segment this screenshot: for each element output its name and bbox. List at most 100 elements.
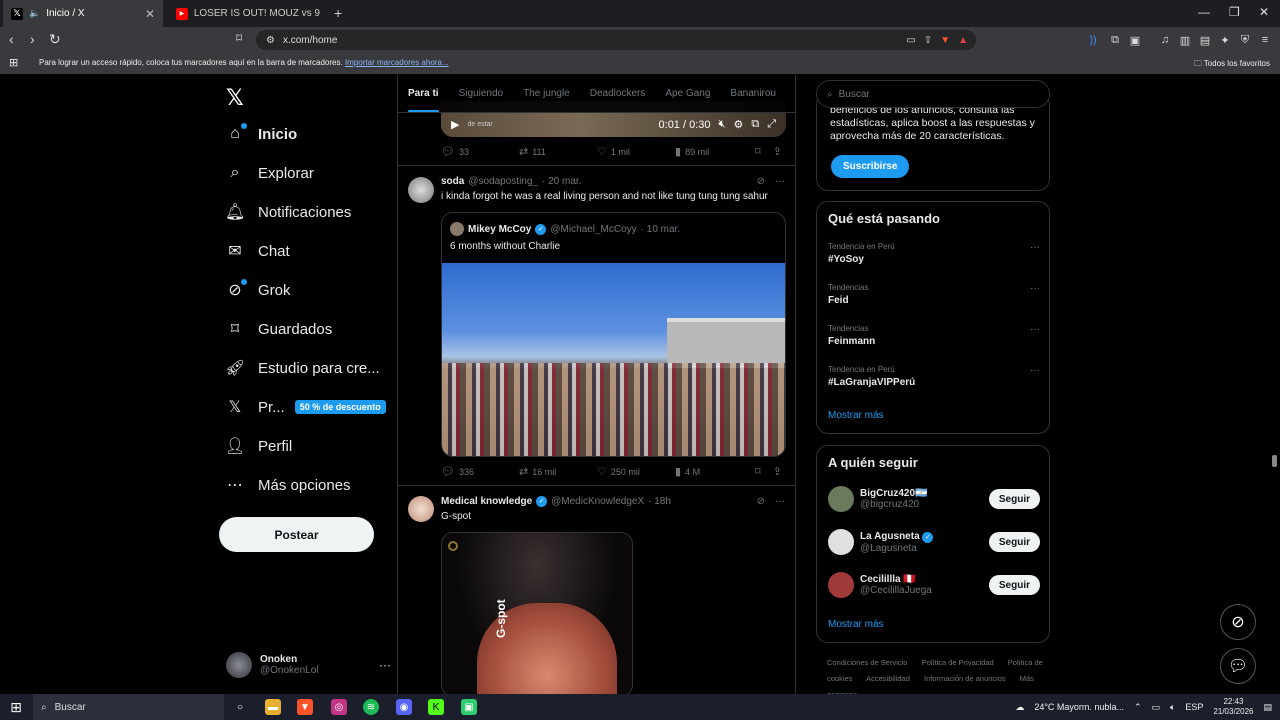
- task-view-icon[interactable]: ○: [232, 699, 248, 715]
- author-name[interactable]: soda: [441, 176, 464, 187]
- x-logo-icon[interactable]: 𝕏: [226, 85, 244, 111]
- app-icon[interactable]: ▣: [461, 699, 477, 715]
- reply-button[interactable]: 💬︎ 33: [441, 145, 519, 158]
- media-icon[interactable]: ♫: [1158, 33, 1172, 47]
- follow-button[interactable]: Seguir: [988, 532, 1040, 552]
- pip-icon[interactable]: ⧉: [751, 118, 759, 131]
- views-button[interactable]: ▮ 89 mil: [675, 145, 755, 158]
- nav-inicio[interactable]: ⌂ Inicio: [226, 123, 297, 143]
- share-button[interactable]: ⇪: [773, 145, 782, 158]
- show-more-link[interactable]: Mostrar más: [828, 619, 884, 630]
- nav-explorar[interactable]: ⌕ Explorar: [226, 164, 314, 182]
- grok-icon[interactable]: ⊘: [757, 176, 765, 187]
- sidebar-icon[interactable]: ▥: [1178, 33, 1192, 47]
- language-indicator[interactable]: ESP: [1185, 702, 1203, 712]
- subscribe-button[interactable]: Suscribirse: [831, 155, 910, 178]
- repost-button[interactable]: ⇄ 16 mil: [519, 465, 597, 478]
- tweet-date[interactable]: · 20 mar.: [542, 176, 581, 187]
- tab-inicio-x[interactable]: 𝕏 🔈 Inicio / X ✕: [3, 0, 163, 27]
- brave-rewards-icon[interactable]: ▲: [958, 35, 968, 46]
- share-button[interactable]: ⇪: [773, 465, 782, 478]
- close-tab-icon[interactable]: ✕: [145, 7, 155, 21]
- trend-item[interactable]: Tendencia en Perú #YoSoy ···: [828, 242, 1040, 265]
- nav-grok[interactable]: ⊘ Grok: [226, 279, 291, 299]
- avatar[interactable]: [408, 177, 434, 203]
- close-window-icon[interactable]: ✕: [1259, 5, 1269, 19]
- nav-perfil[interactable]: 👤︎ Perfil: [225, 437, 292, 456]
- author-handle[interactable]: @MedicKnowledgeX: [551, 496, 644, 507]
- more-icon[interactable]: ···: [379, 658, 391, 672]
- import-bookmarks-link[interactable]: Importar marcadores ahora...: [345, 58, 449, 67]
- minimize-icon[interactable]: —: [1198, 5, 1210, 19]
- more-icon[interactable]: ···: [1030, 365, 1040, 376]
- vpn-icon[interactable]: ⛨: [1238, 33, 1252, 47]
- reload-icon[interactable]: ↻: [49, 31, 61, 48]
- follow-suggestion[interactable]: Cecilillla 🇵🇪 @CecilillaJuega Seguir: [828, 570, 1040, 600]
- trend-item[interactable]: Tendencias Feid ···: [828, 283, 1040, 306]
- quote-image[interactable]: [442, 263, 785, 456]
- more-icon[interactable]: ···: [1030, 324, 1040, 335]
- more-icon[interactable]: ···: [1030, 283, 1040, 294]
- nav-guardados[interactable]: ⌑ Guardados: [226, 320, 332, 339]
- mute-icon[interactable]: 🔇︎: [719, 118, 726, 131]
- brave-icon[interactable]: ▼: [297, 699, 313, 715]
- footer-link[interactable]: Información de anuncios: [924, 674, 1006, 683]
- tab-the-jungle[interactable]: The jungle: [513, 75, 580, 112]
- grok-icon[interactable]: ⊘: [757, 496, 765, 507]
- weather-text[interactable]: 24°C Mayorm. nubla...: [1034, 702, 1124, 712]
- show-more-link[interactable]: Mostrar más: [828, 410, 884, 421]
- back-icon[interactable]: ‹: [9, 31, 14, 47]
- footer-link[interactable]: Condiciones de Servicio: [827, 658, 907, 667]
- author-name[interactable]: Medical knowledge: [441, 496, 532, 507]
- account-switcher[interactable]: Onoken @OnokenLol ···: [226, 647, 391, 683]
- search-input[interactable]: ⌕ Buscar: [816, 80, 1050, 108]
- nav-premium[interactable]: 𝕏 Pr... 50 % de descuento: [226, 398, 386, 416]
- tab-bananirou[interactable]: Bananirou: [720, 75, 786, 112]
- scrollbar[interactable]: [1272, 455, 1277, 467]
- tweet-image[interactable]: G-spot: [441, 532, 633, 694]
- new-tab-icon[interactable]: +: [334, 5, 342, 21]
- like-button[interactable]: ♡ 250 mil: [597, 465, 675, 478]
- footer-link[interactable]: Política de Privacidad: [922, 658, 994, 667]
- instagram-icon[interactable]: ◎: [331, 699, 347, 715]
- settings-icon[interactable]: ⚙: [733, 118, 743, 131]
- tab-siguiendo[interactable]: Siguiendo: [449, 75, 513, 112]
- apps-grid-icon[interactable]: ⊞: [9, 56, 18, 69]
- site-info-icon[interactable]: ⚙: [266, 35, 275, 46]
- bookmark-button[interactable]: ⌑: [755, 465, 761, 478]
- follow-button[interactable]: Seguir: [988, 575, 1040, 595]
- extensions-icon[interactable]: ⧉: [1108, 33, 1122, 47]
- follow-button[interactable]: Seguir: [988, 489, 1040, 509]
- cast-icon[interactable]: ▭: [906, 35, 915, 46]
- all-favorites[interactable]: 🗀 Todos los favoritos: [1194, 58, 1270, 72]
- views-button[interactable]: ▮ 4 M: [675, 465, 755, 478]
- more-icon[interactable]: ···: [775, 496, 785, 507]
- bookmark-button[interactable]: ⌑: [755, 145, 761, 158]
- brave-shield-icon[interactable]: ▼: [940, 35, 950, 46]
- reply-button[interactable]: 💬︎ 336: [441, 465, 519, 478]
- discord-icon[interactable]: ◉: [396, 699, 412, 715]
- nav-mas-opciones[interactable]: ⋯ Más opciones: [226, 476, 351, 495]
- follow-suggestion[interactable]: BigCruz420🇦🇷 @bigcruz420 Seguir: [828, 484, 1040, 514]
- repost-button[interactable]: ⇄ 111: [519, 145, 597, 158]
- tray-chevron-icon[interactable]: ⌃: [1134, 702, 1142, 713]
- trend-item[interactable]: Tendencia en Perú #LaGranjaVIPPerú ···: [828, 365, 1040, 388]
- bookmark-page-icon[interactable]: ⌑: [236, 31, 242, 45]
- tweet-date[interactable]: · 18h: [648, 496, 671, 507]
- notifications-icon[interactable]: ▤: [1263, 702, 1272, 713]
- audio-icon[interactable]: )): [1086, 33, 1100, 47]
- clock[interactable]: 22:43 21/03/2026: [1213, 697, 1253, 717]
- like-button[interactable]: ♡ 1 mil: [597, 145, 675, 158]
- network-icon[interactable]: ▭: [1152, 702, 1161, 713]
- quoted-tweet[interactable]: Mikey McCoy ✓ @Michael_McCoyy · 10 mar. …: [441, 212, 786, 457]
- file-explorer-icon[interactable]: ▬: [265, 699, 281, 715]
- nav-chat[interactable]: ✉ Chat: [226, 242, 289, 261]
- nav-estudio[interactable]: 🚀︎ Estudio para cre...: [225, 359, 380, 378]
- trend-item[interactable]: Tendencias Feinmann ···: [828, 324, 1040, 347]
- avatar[interactable]: [408, 496, 434, 522]
- leo-ai-icon[interactable]: ✦: [1218, 33, 1232, 47]
- tab-youtube[interactable]: ▶ LOSER IS OUT! MOUZ vs 9z - Official: [168, 0, 328, 27]
- share-icon[interactable]: ⇪: [924, 35, 932, 46]
- tab-deadlockers[interactable]: Deadlockers: [580, 75, 656, 112]
- fullscreen-icon[interactable]: ⤢: [767, 118, 776, 131]
